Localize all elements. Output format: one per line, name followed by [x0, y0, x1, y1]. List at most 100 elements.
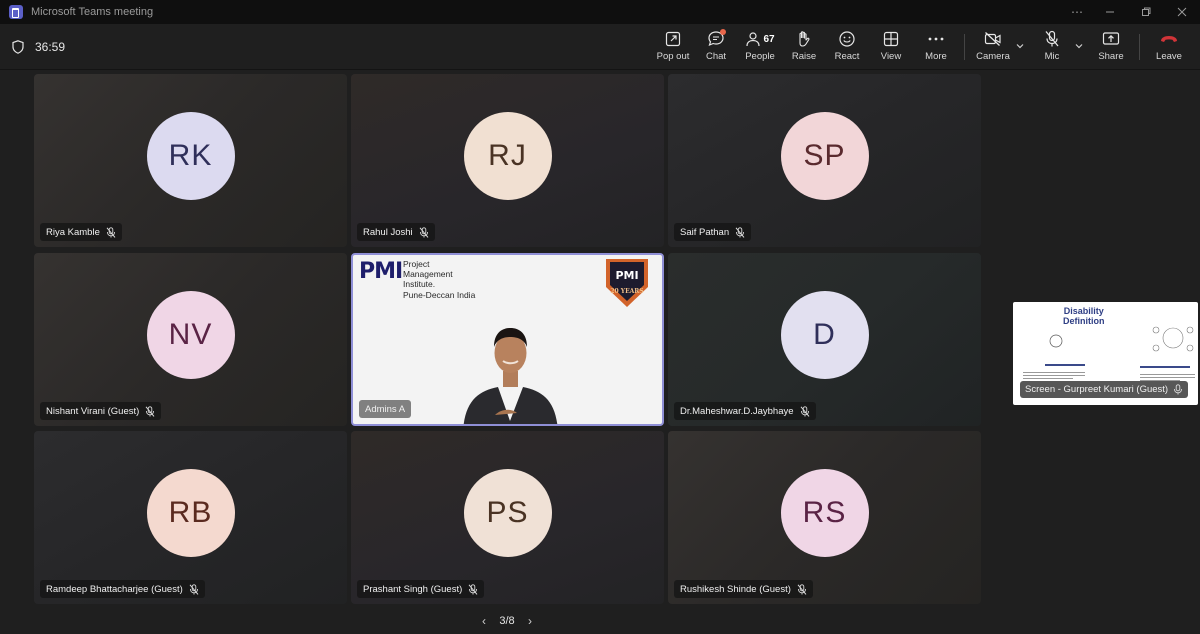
- participant-name: Saif Pathan: [680, 226, 730, 238]
- camera-label: Camera: [976, 51, 1010, 62]
- share-button[interactable]: Share: [1098, 28, 1124, 66]
- camera-chevron-down-icon[interactable]: [1015, 41, 1025, 51]
- mic-muted-icon: [145, 405, 155, 417]
- people-icon-group: 67: [745, 28, 775, 50]
- participant-name-tag: Rushikesh Shinde (Guest): [674, 580, 813, 598]
- pop-out-button[interactable]: Pop out: [656, 28, 690, 66]
- participant-name-tag: Riya Kamble: [40, 223, 122, 241]
- smiley-icon: [838, 28, 856, 50]
- meeting-toolbar: 36:59 Pop out Chat 67 People Raise React: [0, 24, 1200, 70]
- avatar: D: [780, 290, 869, 379]
- mic-muted-icon: [106, 226, 116, 238]
- participant-tile[interactable]: RB Ramdeep Bhattacharjee (Guest): [34, 431, 347, 604]
- people-label: People: [745, 51, 775, 62]
- minimize-icon[interactable]: [1092, 0, 1128, 24]
- leave-button[interactable]: Leave: [1155, 28, 1183, 66]
- pmi-org-name: Project Management Institute.: [403, 259, 453, 289]
- pop-out-icon: [665, 28, 681, 50]
- anniversary-badge-icon: PMI 20 YEARS: [606, 259, 648, 307]
- participant-name-tag: Ramdeep Bhattacharjee (Guest): [40, 580, 205, 598]
- participant-tile[interactable]: D Dr.Maheshwar.D.Jaybhaye: [668, 253, 981, 426]
- mic-muted-icon: [189, 583, 199, 595]
- mic-icon: [1174, 384, 1183, 395]
- more-label: More: [925, 51, 947, 62]
- mic-muted-icon: [419, 226, 429, 238]
- gallery-pager: ‹ 3/8 ›: [482, 614, 532, 628]
- hand-icon: [796, 28, 812, 50]
- org-line: Project: [403, 259, 430, 269]
- screen-share-label: Screen - Gurpreet Kumari (Guest): [1020, 381, 1189, 398]
- participant-name: Rushikesh Shinde (Guest): [680, 583, 791, 595]
- chevron-left-icon[interactable]: ‹: [482, 614, 486, 628]
- shield-icon: [12, 40, 24, 54]
- mic-chevron-down-icon[interactable]: [1074, 41, 1084, 51]
- camera-off-icon: [984, 28, 1002, 50]
- participant-name: Nishant Virani (Guest): [46, 405, 140, 417]
- pop-out-label: Pop out: [656, 51, 690, 62]
- presenter-video: [463, 328, 558, 424]
- toolbar-divider: [964, 34, 965, 60]
- react-label: React: [834, 51, 860, 62]
- participant-name-tag: Rahul Joshi: [357, 223, 435, 241]
- badge-text: 20 YEARS: [610, 288, 643, 295]
- participant-name-tag: Saif Pathan: [674, 223, 752, 241]
- participant-video-tile[interactable]: PMI Project Management Institute. Pune-D…: [351, 253, 664, 426]
- participant-tile[interactable]: SP Saif Pathan: [668, 74, 981, 247]
- mic-button[interactable]: Mic: [1038, 28, 1066, 66]
- chat-label: Chat: [705, 51, 727, 62]
- chat-button[interactable]: Chat: [702, 28, 730, 66]
- participant-name: Dr.Maheshwar.D.Jaybhaye: [680, 405, 794, 417]
- avatar: SP: [780, 111, 869, 200]
- participant-name: Riya Kamble: [46, 226, 100, 238]
- window-title: Microsoft Teams meeting: [31, 6, 154, 18]
- participant-tile[interactable]: NV Nishant Virani (Guest): [34, 253, 347, 426]
- view-label: View: [880, 51, 902, 62]
- screen-share-presenter: Screen - Gurpreet Kumari (Guest): [1025, 384, 1169, 395]
- svg-text:PMI: PMI: [615, 269, 638, 282]
- view-button[interactable]: View: [878, 28, 904, 66]
- participant-tile[interactable]: PS Prashant Singh (Guest): [351, 431, 664, 604]
- camera-button[interactable]: Camera: [976, 28, 1010, 66]
- avatar: NV: [146, 290, 235, 379]
- org-line: Institute.: [403, 279, 436, 289]
- participant-tile[interactable]: RK Riya Kamble: [34, 74, 347, 247]
- share-screen-icon: [1102, 28, 1120, 50]
- participant-tile[interactable]: RJ Rahul Joshi: [351, 74, 664, 247]
- mic-label: Mic: [1044, 51, 1060, 62]
- page-indicator: 3/8: [499, 615, 515, 627]
- screen-share-thumbnail[interactable]: Disability Definition Screen - Gurpreet …: [1013, 302, 1198, 405]
- people-count: 67: [763, 33, 775, 45]
- chevron-right-icon[interactable]: ›: [528, 614, 532, 628]
- avatar: RS: [780, 468, 869, 557]
- ellipsis-icon[interactable]: ⋯: [1062, 0, 1092, 24]
- close-icon[interactable]: [1164, 0, 1200, 24]
- mic-muted-icon: [468, 583, 478, 595]
- people-button[interactable]: 67 People: [742, 28, 778, 66]
- mic-muted-icon: [800, 405, 809, 417]
- participant-name-tag: Prashant Singh (Guest): [357, 580, 485, 598]
- hang-up-icon: [1159, 28, 1179, 50]
- participant-name-tag: Nishant Virani (Guest): [40, 402, 162, 420]
- raise-hand-button[interactable]: Raise: [790, 28, 818, 66]
- avatar: RB: [146, 468, 235, 557]
- grid-view-icon: [883, 28, 899, 50]
- participant-name: Admins A: [365, 403, 406, 415]
- people-icon: [746, 32, 761, 47]
- avatar: RJ: [463, 111, 552, 200]
- more-icon: [928, 28, 944, 50]
- participant-name-tag: Admins A: [359, 400, 412, 418]
- mic-off-icon: [1044, 28, 1060, 50]
- participant-tile[interactable]: RS Rushikesh Shinde (Guest): [668, 431, 981, 604]
- teams-app-icon: [9, 5, 23, 19]
- react-button[interactable]: React: [832, 28, 862, 66]
- meeting-timer: 36:59: [35, 40, 66, 54]
- more-button[interactable]: More: [922, 28, 950, 66]
- window-controls: ⋯: [1062, 0, 1200, 24]
- pmi-logo: PMI: [359, 259, 403, 284]
- mic-muted-icon: [797, 583, 807, 595]
- participant-name: Prashant Singh (Guest): [363, 583, 463, 595]
- avatar: RK: [146, 111, 235, 200]
- mic-muted-icon: [735, 226, 745, 238]
- restore-icon[interactable]: [1128, 0, 1164, 24]
- participant-name-tag: Dr.Maheshwar.D.Jaybhaye: [674, 402, 816, 420]
